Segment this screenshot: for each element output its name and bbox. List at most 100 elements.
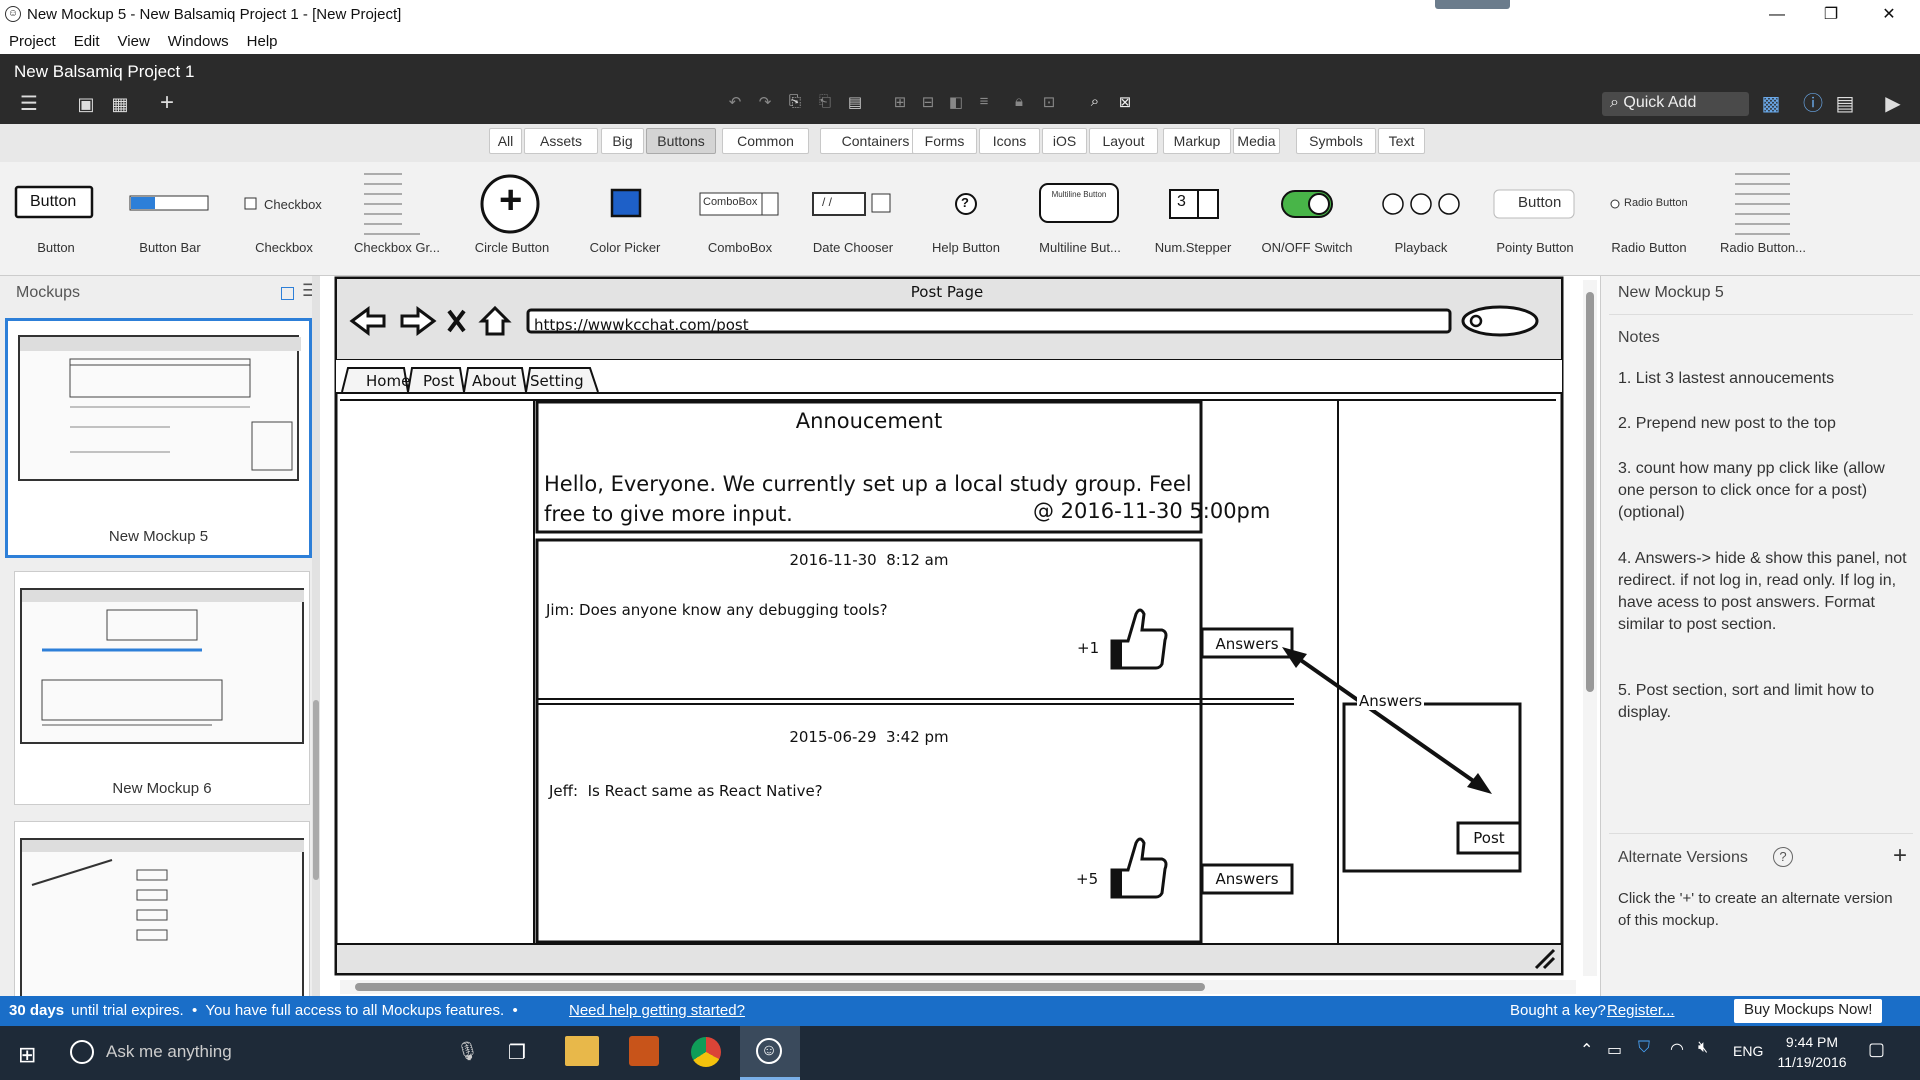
- library-component-label[interactable]: Color Picker: [570, 240, 680, 255]
- sublime-text-icon[interactable]: [629, 1036, 659, 1066]
- windows-start-icon[interactable]: ⊞: [18, 1042, 36, 1068]
- note-4[interactable]: 4. Answers-> hide & show this panel, not…: [1618, 548, 1908, 636]
- assets-icon[interactable]: ▩: [1758, 92, 1784, 116]
- library-component-label[interactable]: ON/OFF Switch: [1252, 240, 1362, 255]
- note-5[interactable]: 5. Post section, sort and limit how to d…: [1618, 680, 1908, 724]
- clock-date[interactable]: 11/19/2016: [1772, 1054, 1852, 1070]
- copy-icon[interactable]: ⎘: [784, 93, 806, 110]
- note-1[interactable]: 1. List 3 lastest annoucements: [1618, 368, 1908, 390]
- menu-project[interactable]: Project: [0, 30, 65, 50]
- volume-muted-icon[interactable]: 🔇︎: [1698, 1039, 1708, 1057]
- library-component-label[interactable]: Checkbox Gr...: [342, 240, 452, 255]
- ungroup-icon[interactable]: ⊟: [917, 93, 939, 111]
- mockup-thumbnail[interactable]: New Mockup 5: [5, 318, 312, 558]
- defender-shield-icon[interactable]: ⛉: [1638, 1039, 1650, 1057]
- checkbox-group-preview[interactable]: [364, 173, 420, 235]
- clock-time[interactable]: 9:44 PM: [1772, 1034, 1852, 1050]
- canvas-horizontal-scrollbar[interactable]: [340, 980, 1576, 994]
- library-tab-text[interactable]: Text: [1378, 128, 1425, 154]
- show-hidden-icons-icon[interactable]: ⌃: [1580, 1040, 1593, 1060]
- color-picker-preview[interactable]: [610, 188, 642, 218]
- library-tab-symbols[interactable]: Symbols: [1296, 128, 1376, 154]
- menu-windows[interactable]: Windows: [159, 30, 238, 50]
- help-question-icon[interactable]: ?: [1773, 847, 1793, 867]
- grid-view-icon[interactable]: ▦: [108, 92, 132, 116]
- microphone-icon[interactable]: 🎙︎: [456, 1041, 479, 1062]
- presentation-icon[interactable]: ▶: [1880, 92, 1906, 116]
- playback-preview[interactable]: [1382, 193, 1460, 215]
- library-tab-forms[interactable]: Forms: [912, 128, 977, 154]
- properties-icon[interactable]: ▤: [1832, 92, 1858, 116]
- library-tab-all[interactable]: All: [489, 128, 522, 154]
- battery-icon[interactable]: ▭: [1607, 1040, 1622, 1060]
- clipboard-icon[interactable]: ▤: [844, 93, 866, 111]
- buy-now-button[interactable]: Buy Mockups Now!: [1734, 999, 1883, 1023]
- library-tab-ios[interactable]: iOS: [1042, 128, 1087, 154]
- library-component-label[interactable]: Pointy Button: [1480, 240, 1590, 255]
- library-component-label[interactable]: Button Bar: [115, 240, 225, 255]
- button-bar-preview[interactable]: [129, 195, 209, 211]
- mockup-thumbnail[interactable]: [14, 821, 310, 1008]
- lock-icon[interactable]: 🔒︎: [1008, 93, 1030, 110]
- note-3[interactable]: 3. count how many pp click like (allow o…: [1618, 458, 1908, 524]
- mockups-scrollbar[interactable]: [312, 276, 320, 996]
- taskbar-search-input[interactable]: Ask me anything: [106, 1042, 232, 1062]
- align-icon[interactable]: ≡: [973, 93, 995, 110]
- library-component-label[interactable]: Num.Stepper: [1138, 240, 1248, 255]
- library-tab-media[interactable]: Media: [1233, 128, 1280, 154]
- note-2[interactable]: 2. Prepend new post to the top: [1618, 413, 1908, 435]
- library-component-label[interactable]: Button: [1, 240, 111, 255]
- help-getting-started-link[interactable]: Need help getting started?: [569, 1002, 745, 1019]
- group-icon[interactable]: ⊞: [889, 93, 911, 111]
- info-icon[interactable]: ⓘ: [1800, 92, 1826, 116]
- library-component-label[interactable]: Multiline But...: [1025, 240, 1135, 255]
- checkbox-preview[interactable]: [244, 197, 257, 210]
- library-component-label[interactable]: Radio Button...: [1708, 240, 1818, 255]
- cortana-icon[interactable]: [70, 1040, 94, 1064]
- thumbnail-view-icon[interactable]: [281, 287, 294, 300]
- file-explorer-icon[interactable]: [565, 1036, 599, 1066]
- search-icon[interactable]: ⌕: [1084, 93, 1106, 110]
- bring-front-icon[interactable]: ◧: [945, 93, 967, 111]
- library-component-label[interactable]: Date Chooser: [798, 240, 908, 255]
- close-button[interactable]: ✕: [1866, 0, 1912, 30]
- single-view-icon[interactable]: ▣: [74, 92, 98, 116]
- language-indicator[interactable]: ENG: [1733, 1043, 1763, 1059]
- add-alternate-icon[interactable]: +: [1893, 842, 1907, 870]
- maximize-button[interactable]: ❐: [1808, 0, 1854, 30]
- clear-icon[interactable]: ⊠: [1114, 93, 1136, 111]
- library-component-label[interactable]: Playback: [1366, 240, 1476, 255]
- paste-icon[interactable]: ⎗: [814, 93, 836, 110]
- action-center-icon[interactable]: ▢: [1868, 1039, 1885, 1060]
- balsamiq-taskbar-item[interactable]: ☺: [740, 1026, 800, 1080]
- library-component-label[interactable]: Help Button: [911, 240, 1021, 255]
- library-tab-markup[interactable]: Markup: [1163, 128, 1231, 154]
- wifi-icon[interactable]: ◠: [1670, 1039, 1684, 1059]
- menu-view[interactable]: View: [109, 30, 159, 50]
- radio-button-preview[interactable]: [1610, 199, 1620, 209]
- library-component-label[interactable]: Circle Button: [457, 240, 567, 255]
- hamburger-menu-icon[interactable]: ☰: [14, 92, 44, 116]
- menu-edit[interactable]: Edit: [65, 30, 109, 50]
- task-view-icon[interactable]: ❐: [508, 1040, 526, 1065]
- undo-icon[interactable]: ↶: [724, 93, 746, 111]
- on-off-switch-preview[interactable]: [1281, 190, 1333, 218]
- library-tab-layout[interactable]: Layout: [1089, 128, 1158, 154]
- library-tab-common[interactable]: Common: [722, 128, 809, 154]
- library-tab-icons[interactable]: Icons: [979, 128, 1040, 154]
- library-component-label[interactable]: ComboBox: [685, 240, 795, 255]
- library-component-label[interactable]: Checkbox: [229, 240, 339, 255]
- register-link[interactable]: Register...: [1607, 1002, 1675, 1019]
- radio-group-preview[interactable]: [1735, 173, 1790, 235]
- mockup-thumbnail[interactable]: New Mockup 6: [14, 571, 310, 805]
- library-component-label[interactable]: Radio Button: [1594, 240, 1704, 255]
- library-tab-assets[interactable]: Assets: [524, 128, 598, 154]
- menu-help[interactable]: Help: [238, 30, 287, 50]
- minimize-button[interactable]: —: [1754, 0, 1800, 30]
- redo-icon[interactable]: ↷: [754, 93, 776, 111]
- canvas-vertical-scrollbar[interactable]: [1583, 280, 1597, 976]
- add-mockup-icon[interactable]: +: [155, 91, 179, 115]
- unlock-icon[interactable]: ⊡: [1038, 93, 1060, 111]
- library-tab-buttons[interactable]: Buttons: [646, 128, 716, 154]
- chrome-icon[interactable]: [691, 1037, 721, 1067]
